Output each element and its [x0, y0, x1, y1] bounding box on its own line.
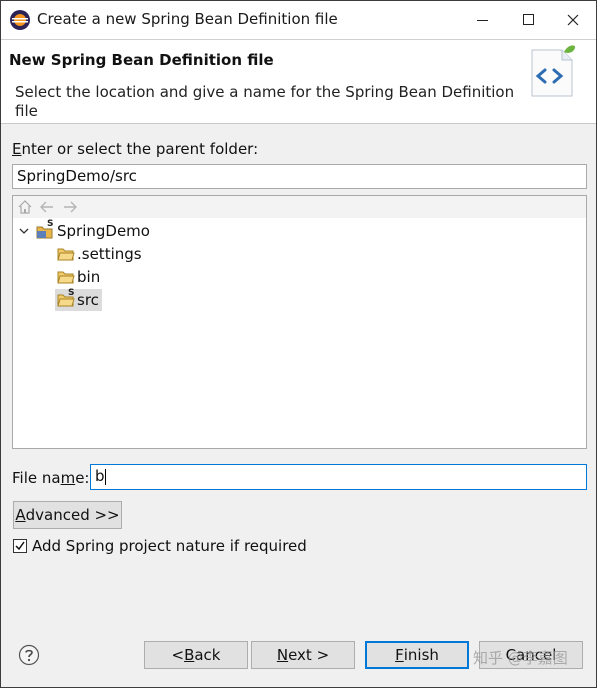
file-name-label-mnemonic: m — [60, 469, 76, 487]
file-name-input[interactable]: b — [90, 464, 587, 490]
folder-icon — [57, 248, 75, 261]
tree-node-bin[interactable]: bin — [57, 266, 100, 288]
spring-badge: S — [47, 219, 54, 229]
tree-node-label: src — [77, 291, 99, 309]
checkmark-icon — [15, 541, 25, 551]
source-folder-icon: S — [57, 288, 75, 307]
minimize-icon — [477, 20, 488, 21]
finish-button-post: inish — [403, 646, 439, 664]
next-button-mnemonic: N — [276, 646, 289, 664]
window-title: Create a new Spring Bean Definition file — [37, 10, 338, 28]
back-arrow-icon[interactable] — [39, 199, 55, 215]
spring-project-icon: S — [36, 219, 54, 239]
help-icon[interactable] — [18, 644, 40, 666]
eclipse-icon — [10, 10, 30, 30]
text-caret — [104, 468, 106, 485]
tree-node-settings[interactable]: .settings — [57, 243, 142, 265]
home-icon[interactable] — [17, 199, 33, 215]
tree-node-label: bin — [77, 268, 101, 286]
wizard-page-description: Select the location and give a name for … — [15, 83, 515, 120]
watermark: 知乎 @李嘉图 — [473, 649, 568, 667]
next-button[interactable]: Next > — [251, 641, 355, 669]
title-bar[interactable]: Create a new Spring Bean Definition file — [1, 1, 596, 40]
close-button[interactable] — [550, 1, 596, 39]
back-button-post: ack — [194, 646, 221, 664]
finish-button[interactable]: Finish — [365, 641, 469, 669]
spring-nature-label[interactable]: Add Spring project nature if required — [32, 537, 307, 555]
parent-folder-input[interactable]: SpringDemo/src — [12, 164, 587, 189]
tree-node-src[interactable]: S src — [55, 288, 102, 311]
folder-tree[interactable]: S SpringDemo .settings bin S src — [12, 195, 587, 449]
tree-node-label: .settings — [77, 245, 142, 263]
spring-badge: S — [68, 288, 75, 298]
spring-nature-checkbox[interactable] — [13, 539, 27, 553]
parent-folder-label-post: nter or select the parent folder: — [21, 140, 259, 158]
maximize-icon — [523, 14, 534, 25]
advanced-button-mnemonic: A — [15, 506, 26, 524]
next-button-post: ext > — [288, 646, 330, 664]
file-name-label-pre: File na — [12, 469, 61, 487]
wizard-page-title: New Spring Bean Definition file — [9, 51, 274, 69]
maximize-button[interactable] — [506, 1, 552, 39]
tree-node-label: SpringDemo — [57, 222, 150, 240]
file-name-label-post: e: — [75, 469, 90, 487]
wizard-banner: New Spring Bean Definition file Select t… — [1, 40, 596, 124]
file-name-value: b — [95, 467, 105, 485]
tree-node-springdemo[interactable]: S SpringDemo — [17, 219, 150, 242]
parent-folder-label: Enter or select the parent folder: — [12, 140, 258, 158]
dialog-window: Create a new Spring Bean Definition file… — [0, 0, 597, 688]
folder-icon — [57, 271, 75, 284]
finish-button-mnemonic: F — [395, 646, 404, 664]
forward-arrow-icon[interactable] — [62, 199, 78, 215]
tree-toolbar — [13, 196, 586, 218]
back-button-mnemonic: B — [184, 646, 195, 664]
back-button-pre: < — [171, 646, 185, 664]
back-button[interactable]: < Back — [144, 641, 248, 669]
minimize-button[interactable] — [460, 1, 506, 39]
close-icon — [567, 14, 579, 26]
advanced-button-post: dvanced >> — [25, 506, 120, 524]
advanced-button[interactable]: Advanced >> — [13, 501, 122, 529]
file-name-label: File name: — [12, 469, 90, 487]
chevron-down-icon[interactable] — [17, 224, 31, 238]
spring-bean-file-icon — [531, 45, 576, 97]
